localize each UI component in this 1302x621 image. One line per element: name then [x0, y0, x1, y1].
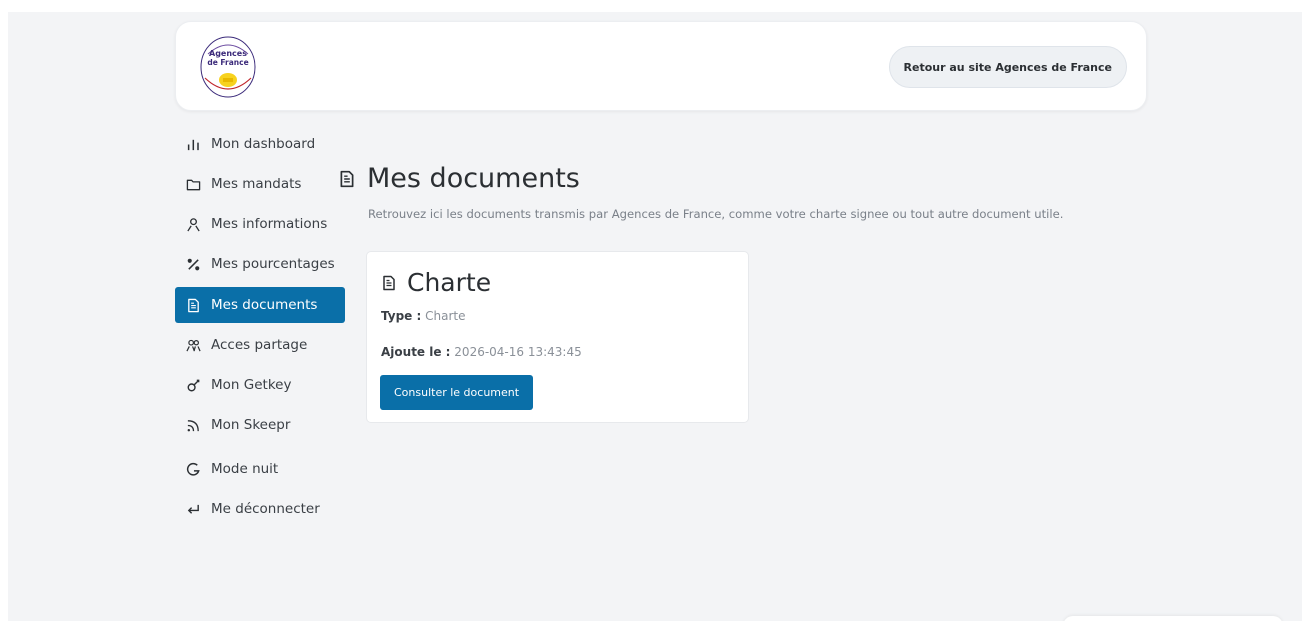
sidebar-item-getkey[interactable]: Mon Getkey — [175, 367, 345, 403]
bar-chart-icon — [185, 136, 201, 152]
sidebar-item-pourcentages[interactable]: Mes pourcentages — [175, 246, 345, 282]
top-header: Agences de France Retour au site Agences… — [175, 21, 1147, 111]
back-to-site-button[interactable]: Retour au site Agences de France — [888, 46, 1127, 88]
logout-arrow-icon — [185, 501, 201, 517]
sidebar-item-skeepr[interactable]: Mon Skeepr — [175, 407, 345, 443]
sidebar-item-label: Mon dashboard — [211, 136, 316, 152]
sidebar-item-label: Me déconnecter — [211, 501, 320, 517]
document-type-value: Charte — [425, 309, 466, 323]
agences-de-france-logo[interactable]: Agences de France — [199, 34, 257, 100]
key-icon — [185, 377, 201, 393]
sidebar-item-documents[interactable]: Mes documents — [175, 287, 345, 323]
moon-icon — [185, 461, 201, 477]
document-type-label: Type : — [381, 309, 422, 323]
document-added-label: Ajoute le : — [381, 345, 451, 359]
consult-document-button[interactable]: Consulter le document — [380, 375, 534, 410]
sidebar-item-informations[interactable]: Mes informations — [175, 206, 345, 242]
sidebar-item-label: Mon Getkey — [211, 377, 292, 393]
document-added-date: Ajoute le : 2026-04-16 13:43:45 — [381, 345, 582, 359]
users-icon — [185, 337, 201, 353]
document-type: Type : Charte — [381, 309, 465, 323]
folder-icon — [185, 176, 201, 192]
sidebar-item-label: Mon Skeepr — [211, 417, 291, 433]
sidebar-item-deconnecter[interactable]: Me déconnecter — [175, 491, 345, 527]
user-icon — [185, 216, 201, 232]
rss-icon — [185, 417, 201, 433]
logo-text-line1: Agences — [209, 49, 247, 58]
document-icon — [381, 275, 397, 291]
app-canvas: Agences de France Retour au site Agences… — [8, 12, 1302, 621]
percent-icon — [185, 256, 201, 272]
document-card-title: Charte — [381, 268, 491, 297]
sidebar-item-dashboard[interactable]: Mon dashboard — [175, 126, 345, 162]
sidebar-item-label: Mode nuit — [211, 461, 279, 477]
sidebar-item-label: Mes mandats — [211, 176, 302, 192]
document-added-value: 2026-04-16 13:43:45 — [454, 345, 582, 359]
document-icon — [338, 170, 356, 188]
sidebar-item-label: Mes pourcentages — [211, 256, 335, 272]
bottom-right-widget[interactable] — [1063, 616, 1283, 621]
sidebar-item-label: Acces partage — [211, 337, 308, 353]
logo-text-line2: de France — [207, 58, 248, 67]
page-subtitle: Retrouvez ici les documents transmis par… — [368, 207, 1064, 221]
page-title-text: Mes documents — [367, 163, 580, 194]
sidebar-item-mandats[interactable]: Mes mandats — [175, 166, 345, 202]
document-card: Charte Type : Charte Ajoute le : 2026-04… — [366, 251, 749, 423]
document-title-text: Charte — [407, 268, 492, 297]
sidebar-item-mode-nuit[interactable]: Mode nuit — [175, 451, 345, 487]
document-icon — [185, 297, 201, 313]
sidebar-item-label: Mes documents — [211, 297, 318, 313]
sidebar-item-acces-partage[interactable]: Acces partage — [175, 327, 345, 363]
sidebar-item-label: Mes informations — [211, 216, 328, 232]
page-title: Mes documents — [338, 163, 580, 194]
